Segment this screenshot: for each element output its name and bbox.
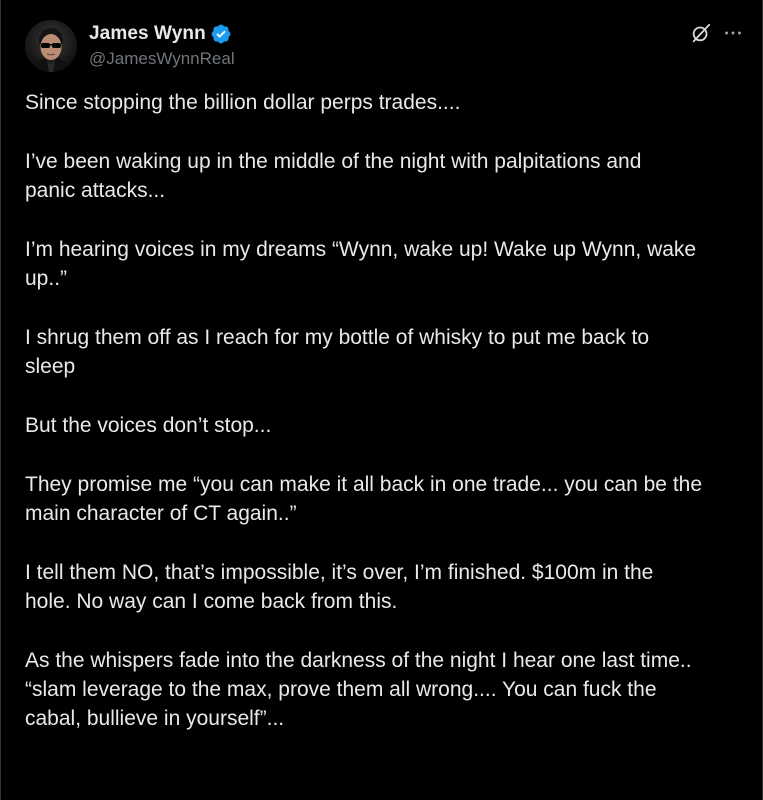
display-name-row: James Wynn [89,22,235,46]
tweet-line: sleep [25,355,76,378]
tweet-line: hole. No way can I come back from this. [25,590,398,613]
tweet-line: They promise me “you can make it all bac… [25,473,703,496]
tweet-line: main character of CT again..” [25,502,297,525]
tweet-actions [690,22,744,44]
avatar-image [25,20,77,72]
tweet-line: But the voices don’t stop... [25,414,272,437]
tweet-card: James Wynn @JamesWynnReal Since stopping… [0,0,763,800]
tweet-paragraph: As the whispers fade into the darkness o… [25,646,750,733]
tweet-line: As the whispers fade into the darkness o… [25,649,692,672]
more-options-icon[interactable] [722,22,744,44]
tweet-text: Since stopping the billion dollar perps … [25,88,750,733]
tweet-paragraph: I’ve been waking up in the middle of the… [25,147,750,205]
tweet-line: cabal, bullieve in yourself”... [25,707,285,730]
tweet-line: “slam leverage to the max, prove them al… [25,678,657,701]
tweet-line: I tell them NO, that’s impossible, it’s … [25,561,654,584]
tweet-paragraph: I tell them NO, that’s impossible, it’s … [25,558,750,616]
tweet-line: I shrug them off as I reach for my bottl… [25,326,650,349]
tweet-paragraph: I shrug them off as I reach for my bottl… [25,323,750,381]
tweet-paragraph: Since stopping the billion dollar perps … [25,88,750,117]
verified-badge-icon[interactable] [210,23,232,45]
tweet-paragraph: I’m hearing voices in my dreams “Wynn, w… [25,235,750,293]
handle[interactable]: @JamesWynnReal [89,49,235,69]
tweet-line: I’m hearing voices in my dreams “Wynn, w… [25,238,697,261]
grok-icon[interactable] [690,22,712,44]
tweet-header: James Wynn @JamesWynnReal [25,20,744,76]
avatar[interactable] [25,20,77,72]
tweet-line: I’ve been waking up in the middle of the… [25,150,642,173]
tweet-paragraph: They promise me “you can make it all bac… [25,470,750,528]
display-name[interactable]: James Wynn [89,23,206,45]
tweet-line: up..” [25,267,68,290]
tweet-line: panic attacks... [25,179,166,202]
tweet-paragraph: But the voices don’t stop... [25,411,750,440]
tweet-line: Since stopping the billion dollar perps … [25,91,461,114]
author-names: James Wynn @JamesWynnReal [89,22,235,69]
